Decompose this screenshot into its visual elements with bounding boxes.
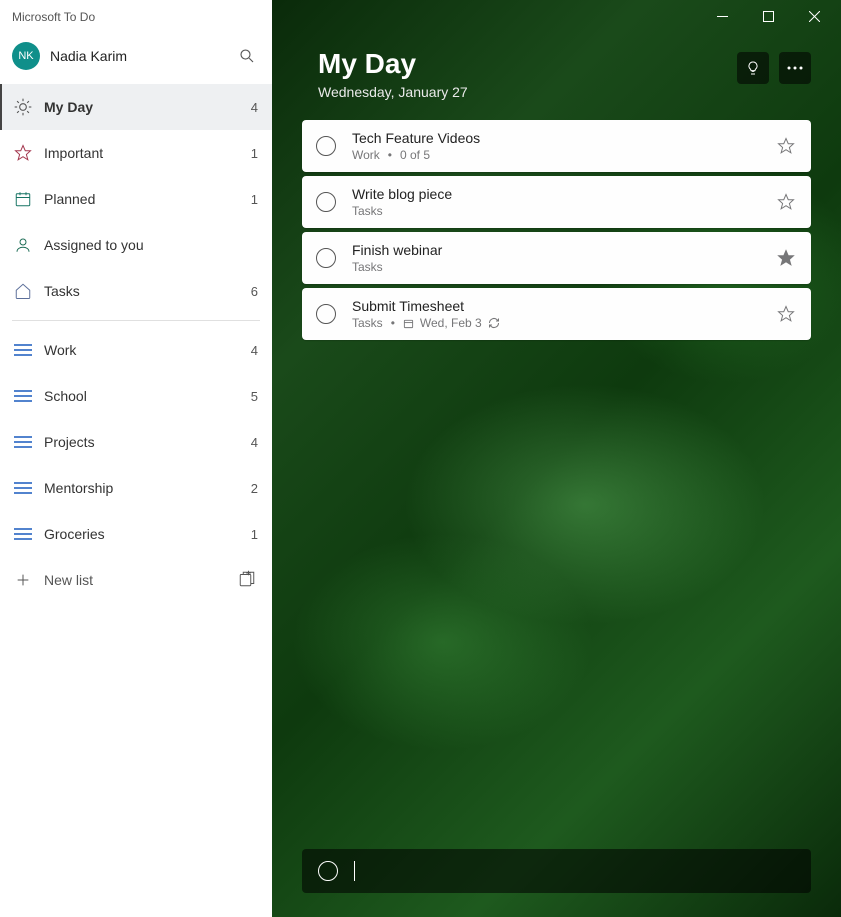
nav-label: School [44, 388, 251, 404]
star-icon [12, 142, 34, 164]
nav-count: 1 [251, 527, 258, 542]
list-icon [12, 477, 34, 499]
nav-count: 5 [251, 389, 258, 404]
nav-count: 4 [251, 343, 258, 358]
sun-icon [12, 96, 34, 118]
task-item[interactable]: Write blog piece Tasks [302, 176, 811, 228]
nav-label: Tasks [44, 283, 251, 299]
nav-label: Important [44, 145, 251, 161]
user-name: Nadia Karim [50, 48, 238, 64]
new-list-label: New list [44, 572, 238, 588]
user-row[interactable]: NK Nadia Karim [0, 32, 272, 84]
nav-assigned[interactable]: Assigned to you [0, 222, 272, 268]
nav-label: My Day [44, 99, 251, 115]
nav-label: Mentorship [44, 480, 251, 496]
page-date: Wednesday, January 27 [318, 84, 737, 100]
list-groceries[interactable]: Groceries 1 [0, 511, 272, 557]
page-title: My Day [318, 48, 737, 80]
nav-count: 1 [251, 192, 258, 207]
complete-checkbox[interactable] [316, 192, 336, 212]
star-button[interactable] [777, 305, 795, 323]
app-title: Microsoft To Do [0, 0, 272, 32]
nav-count: 4 [251, 100, 258, 115]
header: My Day Wednesday, January 27 [272, 32, 841, 120]
main-panel: My Day Wednesday, January 27 Tech Featur… [272, 0, 841, 917]
recurring-icon [488, 317, 500, 329]
home-icon [12, 280, 34, 302]
smart-lists: My Day 4 Important 1 Planned 1 Assigned … [0, 84, 272, 314]
task-meta: Tasks [352, 260, 777, 274]
list-work[interactable]: Work 4 [0, 327, 272, 373]
nav-count: 6 [251, 284, 258, 299]
nav-planned[interactable]: Planned 1 [0, 176, 272, 222]
list-icon [12, 339, 34, 361]
lightbulb-icon [745, 60, 761, 76]
nav-label: Groceries [44, 526, 251, 542]
avatar: NK [12, 42, 40, 70]
nav-tasks[interactable]: Tasks 6 [0, 268, 272, 314]
maximize-button[interactable] [745, 0, 791, 32]
task-title: Finish webinar [352, 242, 777, 258]
star-button[interactable] [777, 193, 795, 211]
suggestions-button[interactable] [737, 52, 769, 84]
task-title: Submit Timesheet [352, 298, 777, 314]
nav-label: Work [44, 342, 251, 358]
task-item[interactable]: Finish webinar Tasks [302, 232, 811, 284]
plus-icon [12, 569, 34, 591]
star-button[interactable] [777, 249, 795, 267]
add-task-bar[interactable] [302, 849, 811, 893]
task-meta: Tasks [352, 204, 777, 218]
nav-label: Assigned to you [44, 237, 258, 253]
new-list-row[interactable]: New list [0, 557, 272, 603]
nav-count: 4 [251, 435, 258, 450]
divider [12, 320, 260, 321]
new-group-icon[interactable] [238, 570, 258, 590]
complete-checkbox[interactable] [316, 304, 336, 324]
complete-checkbox[interactable] [316, 248, 336, 268]
task-item[interactable]: Submit Timesheet Tasks Wed, Feb 3 [302, 288, 811, 340]
list-school[interactable]: School 5 [0, 373, 272, 419]
more-icon [787, 66, 803, 70]
list-icon [12, 431, 34, 453]
custom-lists: Work 4 School 5 Projects 4 Mentorship 2 … [0, 327, 272, 557]
nav-label: Planned [44, 191, 251, 207]
task-meta: Tasks Wed, Feb 3 [352, 316, 777, 330]
close-button[interactable] [791, 0, 837, 32]
complete-checkbox[interactable] [316, 136, 336, 156]
more-button[interactable] [779, 52, 811, 84]
task-item[interactable]: Tech Feature Videos Work0 of 5 [302, 120, 811, 172]
sidebar: Microsoft To Do NK Nadia Karim My Day 4 … [0, 0, 272, 917]
list-icon [12, 523, 34, 545]
search-icon[interactable] [238, 47, 256, 65]
nav-label: Projects [44, 434, 251, 450]
nav-count: 1 [251, 146, 258, 161]
person-icon [12, 234, 34, 256]
add-task-input[interactable] [355, 863, 795, 879]
star-button[interactable] [777, 137, 795, 155]
task-title: Write blog piece [352, 186, 777, 202]
list-projects[interactable]: Projects 4 [0, 419, 272, 465]
task-title: Tech Feature Videos [352, 130, 777, 146]
calendar-small-icon [403, 318, 414, 329]
nav-important[interactable]: Important 1 [0, 130, 272, 176]
nav-count: 2 [251, 481, 258, 496]
list-icon [12, 385, 34, 407]
nav-my-day[interactable]: My Day 4 [0, 84, 272, 130]
task-meta: Work0 of 5 [352, 148, 777, 162]
add-task-circle-icon [318, 861, 338, 881]
calendar-icon [12, 188, 34, 210]
minimize-button[interactable] [699, 0, 745, 32]
task-list: Tech Feature Videos Work0 of 5 Write blo… [272, 120, 841, 340]
window-controls [272, 0, 841, 32]
list-mentorship[interactable]: Mentorship 2 [0, 465, 272, 511]
